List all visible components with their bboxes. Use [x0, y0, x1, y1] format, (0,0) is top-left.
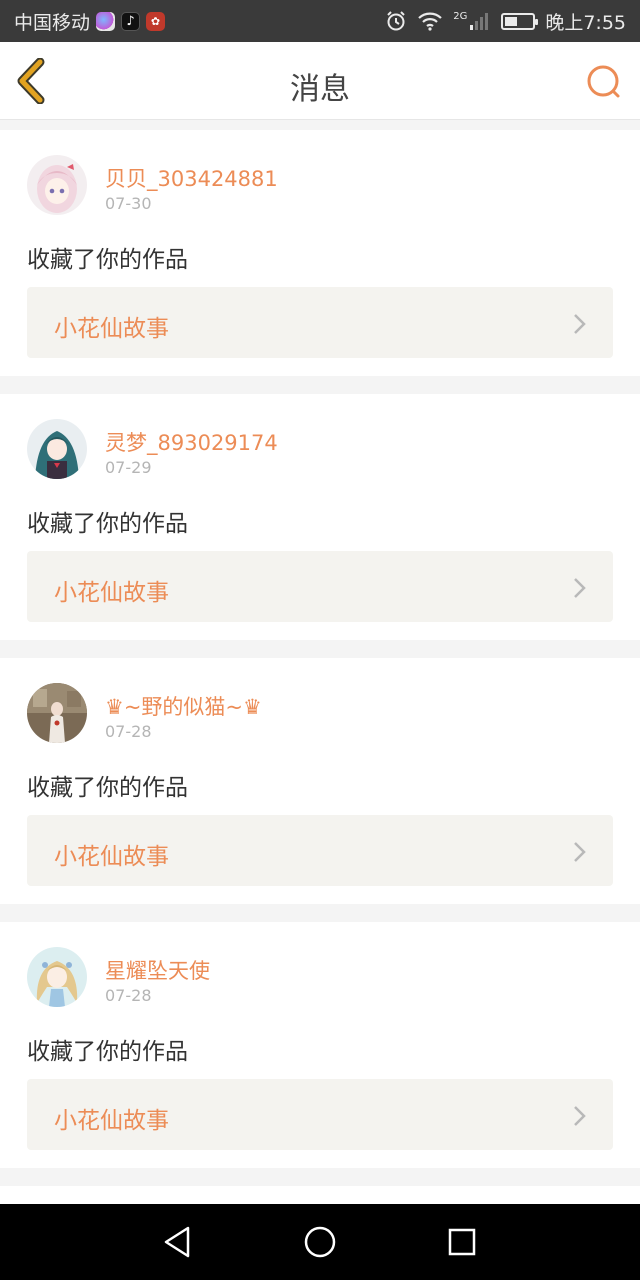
- username[interactable]: ♛~野的似猫~♛: [105, 691, 262, 721]
- battery-icon: [501, 12, 539, 30]
- work-title: 小花仙故事: [54, 580, 169, 606]
- avatar[interactable]: [27, 947, 87, 1007]
- chevron-right-icon: [574, 842, 586, 862]
- work-title: 小花仙故事: [54, 844, 169, 870]
- message-action: 收藏了你的作品: [27, 775, 188, 801]
- username[interactable]: 灵梦_893029174: [105, 427, 278, 457]
- clock-label: 晚上7:55: [545, 11, 626, 34]
- message-card: 灵梦_893029174 07-29 收藏了你的作品 小花仙故事: [0, 394, 640, 640]
- message-date: 07-29: [105, 458, 152, 477]
- avatar[interactable]: [27, 683, 87, 743]
- huawei-app-icon: ✿: [146, 11, 166, 31]
- nav-back-button[interactable]: [160, 1224, 196, 1260]
- message-date: 07-30: [105, 194, 152, 213]
- alarm-icon: [387, 11, 405, 31]
- work-title: 小花仙故事: [54, 316, 169, 342]
- message-card: 贝贝_303424881 07-30 收藏了你的作品 小花仙故事: [0, 130, 640, 376]
- message-action: 收藏了你的作品: [27, 1039, 188, 1065]
- message-action: 收藏了你的作品: [27, 247, 188, 273]
- chevron-right-icon: [574, 314, 586, 334]
- system-nav-bar: [0, 1204, 640, 1280]
- message-date: 07-28: [105, 986, 152, 1005]
- username[interactable]: 星耀坠天使: [105, 955, 210, 985]
- username[interactable]: 贝贝_303424881: [105, 163, 278, 193]
- avatar-pink-hair-girl: [27, 155, 87, 215]
- carrier-label: 中国移动: [14, 11, 91, 34]
- back-triangle-icon: [164, 1226, 190, 1258]
- work-link[interactable]: 小花仙故事: [27, 287, 613, 358]
- chevron-right-icon: [574, 1106, 586, 1126]
- search-button[interactable]: [584, 62, 624, 102]
- nav-recents-button[interactable]: [444, 1224, 480, 1260]
- message-card: ♛~野的似猫~♛ 07-28 收藏了你的作品 小花仙故事: [0, 658, 640, 904]
- app-header: 消息: [0, 42, 640, 120]
- message-card: 星耀坠天使 07-28 收藏了你的作品 小花仙故事: [0, 922, 640, 1168]
- avatar-blonde-girl: [27, 947, 87, 1007]
- home-circle-icon: [304, 1226, 336, 1258]
- message-action: 收藏了你的作品: [27, 511, 188, 537]
- chevron-right-icon: [574, 578, 586, 598]
- search-icon: [587, 65, 620, 98]
- avatar-teal-hair-girl: [27, 419, 87, 479]
- wifi-icon: [418, 12, 442, 31]
- nav-home-button[interactable]: [302, 1224, 338, 1260]
- status-bar: 中国移动 ♪ ✿ 2G 晚上7:55: [0, 0, 640, 42]
- recents-square-icon: [448, 1228, 476, 1256]
- work-link[interactable]: 小花仙故事: [27, 1079, 613, 1150]
- browser-app-icon: [96, 11, 116, 31]
- avatar[interactable]: [27, 419, 87, 479]
- message-list: 贝贝_303424881 07-30 收藏了你的作品 小花仙故事 灵梦_8930…: [0, 130, 640, 1216]
- tiktok-app-icon: ♪: [121, 11, 141, 31]
- message-date: 07-28: [105, 722, 152, 741]
- work-link[interactable]: 小花仙故事: [27, 551, 613, 622]
- avatar-girl-scene: [27, 683, 87, 743]
- network-type-label: 2G: [453, 10, 468, 22]
- work-link[interactable]: 小花仙故事: [27, 815, 613, 886]
- page-title: 消息: [290, 72, 350, 107]
- avatar[interactable]: [27, 155, 87, 215]
- work-title: 小花仙故事: [54, 1108, 169, 1134]
- signal-icon: [470, 13, 489, 30]
